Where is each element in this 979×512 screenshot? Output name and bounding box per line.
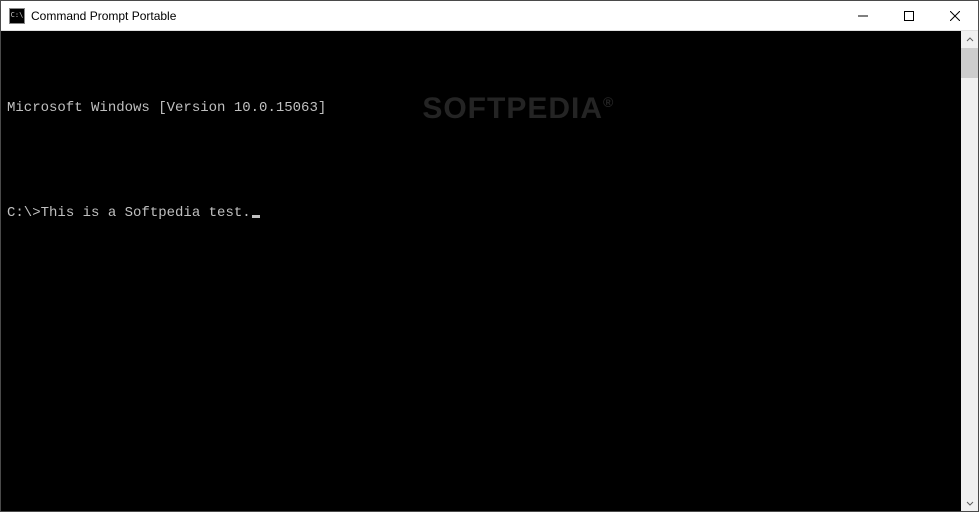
close-icon xyxy=(950,11,960,21)
scrollbar-thumb[interactable] xyxy=(961,48,978,78)
app-icon: C:\ xyxy=(9,8,25,24)
terminal-prompt-line: C:\>This is a Softpedia test. xyxy=(7,203,955,224)
window-title: Command Prompt Portable xyxy=(31,9,176,23)
chevron-down-icon xyxy=(966,499,974,507)
minimize-icon xyxy=(858,11,868,21)
application-window: C:\ Command Prompt Portable SOFTPEDIA® M… xyxy=(0,0,979,512)
app-icon-text: C:\ xyxy=(11,12,24,19)
chevron-up-icon xyxy=(966,36,974,44)
content-area: SOFTPEDIA® Microsoft Windows [Version 10… xyxy=(1,31,978,511)
titlebar[interactable]: C:\ Command Prompt Portable xyxy=(1,1,978,31)
scrollbar-track[interactable] xyxy=(961,48,978,494)
terminal[interactable]: SOFTPEDIA® Microsoft Windows [Version 10… xyxy=(1,31,961,511)
vertical-scrollbar[interactable] xyxy=(961,31,978,511)
terminal-input: This is a Softpedia test. xyxy=(41,203,251,224)
close-button[interactable] xyxy=(932,1,978,30)
maximize-icon xyxy=(904,11,914,21)
scrollbar-down-button[interactable] xyxy=(961,494,978,511)
terminal-output-line: Microsoft Windows [Version 10.0.15063] xyxy=(7,98,955,119)
scrollbar-up-button[interactable] xyxy=(961,31,978,48)
terminal-prompt: C:\> xyxy=(7,203,41,224)
window-controls xyxy=(840,1,978,30)
maximize-button[interactable] xyxy=(886,1,932,30)
minimize-button[interactable] xyxy=(840,1,886,30)
terminal-cursor xyxy=(252,215,260,218)
titlebar-left: C:\ Command Prompt Portable xyxy=(1,8,176,24)
